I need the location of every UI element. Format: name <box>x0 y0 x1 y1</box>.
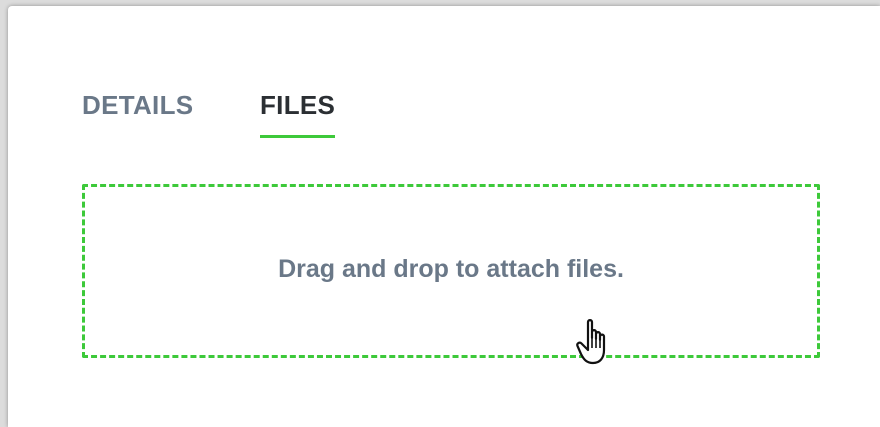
attachments-panel: DETAILS FILES Drag and drop to attach fi… <box>8 6 880 427</box>
tab-files[interactable]: FILES <box>260 86 336 138</box>
dropzone-message: Drag and drop to attach files. <box>278 254 624 283</box>
file-dropzone[interactable]: Drag and drop to attach files. <box>82 184 820 358</box>
tab-bar: DETAILS FILES <box>82 86 336 138</box>
tab-details[interactable]: DETAILS <box>82 86 260 138</box>
hand-pointer-icon <box>576 319 606 365</box>
